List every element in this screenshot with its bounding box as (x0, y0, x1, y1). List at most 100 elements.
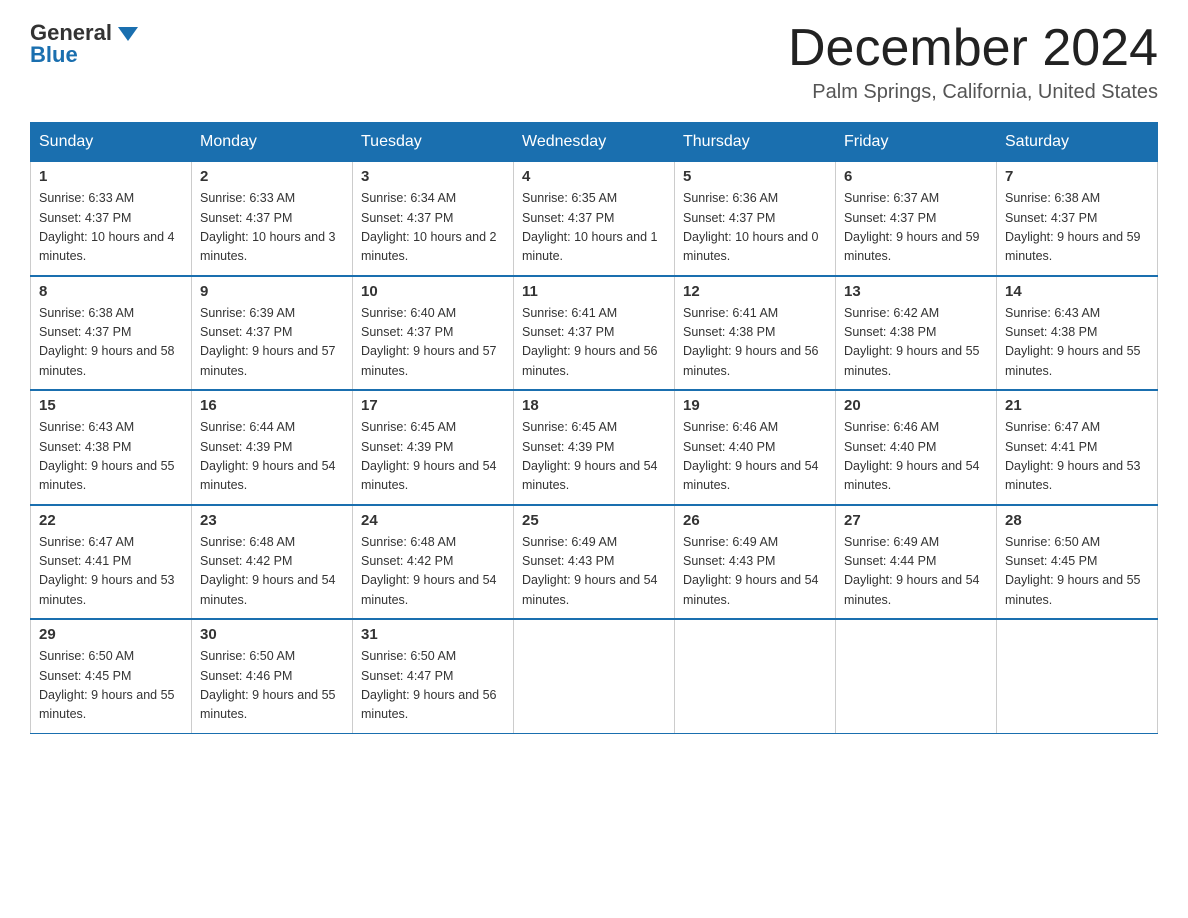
day-number: 28 (1005, 512, 1149, 529)
week-row-2: 8Sunrise: 6:38 AMSunset: 4:37 PMDaylight… (31, 276, 1158, 391)
calendar-cell: 9 Sunrise: 6:39 AMSunset: 4:37 PMDaylight… (192, 276, 353, 391)
calendar-cell: 1 Sunrise: 6:33 AMSunset: 4:37 PMDaylight… (31, 162, 192, 276)
calendar-cell: 23 Sunrise: 6:48 AMSunset: 4:42 PMDayligh… (192, 505, 353, 620)
day-number: 11 (522, 283, 666, 300)
day-number: 31 (361, 626, 505, 643)
weekday-header-row: SundayMondayTuesdayWednesdayThursdayFrid… (31, 123, 1158, 162)
day-info: Sunrise: 6:50 AMSunset: 4:45 PMDaylight:… (1005, 533, 1149, 611)
day-number: 9 (200, 283, 344, 300)
day-info: Sunrise: 6:48 AMSunset: 4:42 PMDaylight:… (361, 533, 505, 611)
calendar-cell (514, 619, 675, 733)
calendar-cell: 20 Sunrise: 6:46 AMSunset: 4:40 PMDayligh… (836, 390, 997, 505)
day-number: 26 (683, 512, 827, 529)
day-number: 6 (844, 168, 988, 185)
day-info: Sunrise: 6:43 AMSunset: 4:38 PMDaylight:… (1005, 304, 1149, 382)
day-info: Sunrise: 6:49 AMSunset: 4:43 PMDaylight:… (522, 533, 666, 611)
day-info: Sunrise: 6:49 AMSunset: 4:43 PMDaylight:… (683, 533, 827, 611)
day-number: 10 (361, 283, 505, 300)
calendar-cell: 13Sunrise: 6:42 AMSunset: 4:38 PMDayligh… (836, 276, 997, 391)
calendar-cell: 30Sunrise: 6:50 AMSunset: 4:46 PMDayligh… (192, 619, 353, 733)
day-info: Sunrise: 6:41 AMSunset: 4:38 PMDaylight:… (683, 304, 827, 382)
day-number: 7 (1005, 168, 1149, 185)
weekday-header-monday: Monday (192, 123, 353, 162)
calendar-cell: 12 Sunrise: 6:41 AMSunset: 4:38 PMDayligh… (675, 276, 836, 391)
day-info: Sunrise: 6:47 AMSunset: 4:41 PMDaylight:… (1005, 418, 1149, 496)
weekday-header-thursday: Thursday (675, 123, 836, 162)
day-info: Sunrise: 6:47 AMSunset: 4:41 PMDaylight:… (39, 533, 183, 611)
calendar-table: SundayMondayTuesdayWednesdayThursdayFrid… (30, 122, 1158, 734)
logo-arrow-icon (118, 27, 138, 41)
day-info: Sunrise: 6:43 AMSunset: 4:38 PMDaylight:… (39, 418, 183, 496)
calendar-cell: 31 Sunrise: 6:50 AMSunset: 4:47 PMDayligh… (353, 619, 514, 733)
calendar-cell (997, 619, 1158, 733)
day-info: Sunrise: 6:44 AMSunset: 4:39 PMDaylight:… (200, 418, 344, 496)
calendar-cell: 8Sunrise: 6:38 AMSunset: 4:37 PMDaylight… (31, 276, 192, 391)
week-row-3: 15 Sunrise: 6:43 AMSunset: 4:38 PMDayligh… (31, 390, 1158, 505)
day-number: 24 (361, 512, 505, 529)
day-info: Sunrise: 6:40 AMSunset: 4:37 PMDaylight:… (361, 304, 505, 382)
day-number: 18 (522, 397, 666, 414)
day-number: 15 (39, 397, 183, 414)
calendar-cell: 17Sunrise: 6:45 AMSunset: 4:39 PMDayligh… (353, 390, 514, 505)
day-info: Sunrise: 6:33 AMSunset: 4:37 PMDaylight:… (200, 189, 344, 267)
day-number: 4 (522, 168, 666, 185)
day-number: 19 (683, 397, 827, 414)
logo: General Blue (30, 20, 138, 68)
weekday-header-saturday: Saturday (997, 123, 1158, 162)
calendar-cell (836, 619, 997, 733)
calendar-cell: 15 Sunrise: 6:43 AMSunset: 4:38 PMDayligh… (31, 390, 192, 505)
calendar-cell: 2 Sunrise: 6:33 AMSunset: 4:37 PMDaylight… (192, 162, 353, 276)
calendar-cell: 7 Sunrise: 6:38 AMSunset: 4:37 PMDaylight… (997, 162, 1158, 276)
week-row-5: 29 Sunrise: 6:50 AMSunset: 4:45 PMDayligh… (31, 619, 1158, 733)
day-info: Sunrise: 6:46 AMSunset: 4:40 PMDaylight:… (683, 418, 827, 496)
day-info: Sunrise: 6:33 AMSunset: 4:37 PMDaylight:… (39, 189, 183, 267)
calendar-cell: 18Sunrise: 6:45 AMSunset: 4:39 PMDayligh… (514, 390, 675, 505)
day-info: Sunrise: 6:37 AMSunset: 4:37 PMDaylight:… (844, 189, 988, 267)
weekday-header-friday: Friday (836, 123, 997, 162)
day-number: 21 (1005, 397, 1149, 414)
day-number: 5 (683, 168, 827, 185)
day-number: 29 (39, 626, 183, 643)
day-number: 3 (361, 168, 505, 185)
calendar-cell: 24 Sunrise: 6:48 AMSunset: 4:42 PMDayligh… (353, 505, 514, 620)
calendar-cell: 4Sunrise: 6:35 AMSunset: 4:37 PMDaylight… (514, 162, 675, 276)
day-info: Sunrise: 6:49 AMSunset: 4:44 PMDaylight:… (844, 533, 988, 611)
day-info: Sunrise: 6:50 AMSunset: 4:47 PMDaylight:… (361, 647, 505, 725)
day-info: Sunrise: 6:45 AMSunset: 4:39 PMDaylight:… (361, 418, 505, 496)
day-number: 1 (39, 168, 183, 185)
calendar-cell: 29 Sunrise: 6:50 AMSunset: 4:45 PMDayligh… (31, 619, 192, 733)
day-info: Sunrise: 6:34 AMSunset: 4:37 PMDaylight:… (361, 189, 505, 267)
day-number: 22 (39, 512, 183, 529)
calendar-cell: 14 Sunrise: 6:43 AMSunset: 4:38 PMDayligh… (997, 276, 1158, 391)
day-number: 13 (844, 283, 988, 300)
calendar-cell: 26 Sunrise: 6:49 AMSunset: 4:43 PMDayligh… (675, 505, 836, 620)
day-number: 30 (200, 626, 344, 643)
page-header: General Blue December 2024 Palm Springs,… (30, 20, 1158, 104)
month-title: December 2024 (788, 20, 1158, 77)
day-info: Sunrise: 6:48 AMSunset: 4:42 PMDaylight:… (200, 533, 344, 611)
location-subtitle: Palm Springs, California, United States (788, 81, 1158, 104)
day-info: Sunrise: 6:36 AMSunset: 4:37 PMDaylight:… (683, 189, 827, 267)
day-info: Sunrise: 6:39 AMSunset: 4:37 PMDaylight:… (200, 304, 344, 382)
calendar-cell: 10 Sunrise: 6:40 AMSunset: 4:37 PMDayligh… (353, 276, 514, 391)
day-number: 2 (200, 168, 344, 185)
day-number: 23 (200, 512, 344, 529)
day-info: Sunrise: 6:41 AMSunset: 4:37 PMDaylight:… (522, 304, 666, 382)
calendar-cell: 19 Sunrise: 6:46 AMSunset: 4:40 PMDayligh… (675, 390, 836, 505)
calendar-cell: 28 Sunrise: 6:50 AMSunset: 4:45 PMDayligh… (997, 505, 1158, 620)
calendar-cell: 21 Sunrise: 6:47 AMSunset: 4:41 PMDayligh… (997, 390, 1158, 505)
day-number: 25 (522, 512, 666, 529)
week-row-1: 1 Sunrise: 6:33 AMSunset: 4:37 PMDaylight… (31, 162, 1158, 276)
day-number: 12 (683, 283, 827, 300)
day-number: 14 (1005, 283, 1149, 300)
week-row-4: 22 Sunrise: 6:47 AMSunset: 4:41 PMDayligh… (31, 505, 1158, 620)
day-info: Sunrise: 6:46 AMSunset: 4:40 PMDaylight:… (844, 418, 988, 496)
weekday-header-sunday: Sunday (31, 123, 192, 162)
day-number: 27 (844, 512, 988, 529)
day-info: Sunrise: 6:38 AMSunset: 4:37 PMDaylight:… (1005, 189, 1149, 267)
calendar-cell: 22 Sunrise: 6:47 AMSunset: 4:41 PMDayligh… (31, 505, 192, 620)
day-info: Sunrise: 6:50 AMSunset: 4:45 PMDaylight:… (39, 647, 183, 725)
calendar-cell: 5 Sunrise: 6:36 AMSunset: 4:37 PMDaylight… (675, 162, 836, 276)
calendar-cell (675, 619, 836, 733)
day-number: 20 (844, 397, 988, 414)
